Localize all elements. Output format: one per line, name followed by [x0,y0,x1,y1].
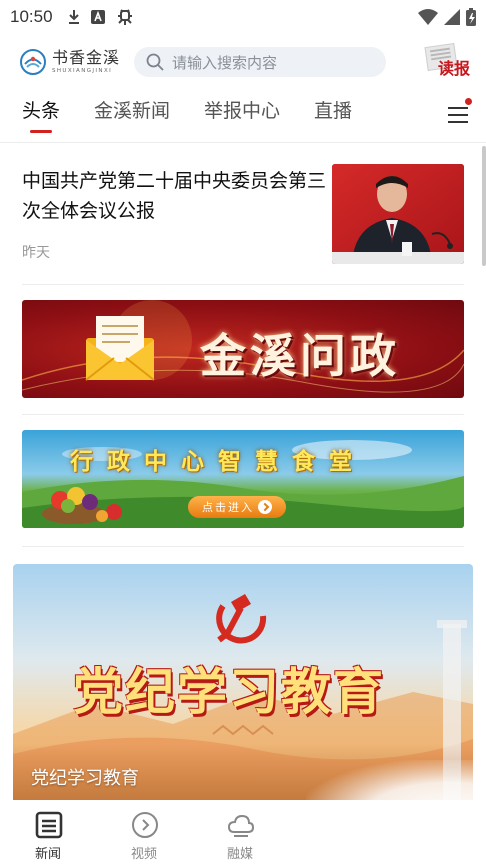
battery-charging-icon [466,8,476,26]
tab-report-center[interactable]: 举报中心 [204,96,280,140]
tab-divider [0,142,486,143]
nav-news[interactable]: 新闻 [22,800,118,864]
download-icon [67,9,81,25]
channel-menu-button[interactable] [446,98,472,126]
nav-media-label: 融媒 [227,847,254,862]
notification-dot [465,98,472,105]
tab-jinxi-news[interactable]: 金溪新闻 [94,96,170,140]
bottom-glow [306,760,486,864]
news-list-item[interactable]: 中国共产党第二十届中央委员会第三次全体会议公报 昨天 [22,164,464,264]
app-logo: 书香金溪 SHUXIANGJINXI [20,49,120,75]
status-right-icons [418,8,476,26]
scrollbar[interactable] [482,146,486,266]
list-divider [22,546,464,547]
hammer-sickle-icon [216,594,267,644]
logo-title: 书香金溪 [52,48,121,67]
list-divider [22,284,464,285]
a-badge-icon [90,10,105,24]
arrow-right-icon [258,500,272,514]
jinxi-wenzheng-banner[interactable]: 金溪问政 [22,300,464,398]
list-divider [22,414,464,415]
nav-video-label: 视频 [131,847,158,862]
fruit-basket-icon [42,487,122,524]
enter-button[interactable]: 点击进入 [188,496,286,518]
status-time: 10:50 [10,7,53,26]
signal-icon [444,9,460,25]
enter-button-label: 点击进入 [202,501,254,514]
logo-mark-icon [20,49,46,75]
nav-video[interactable]: 视频 [118,800,214,864]
read-paper-label: 读报 [437,59,470,78]
news-title: 中国共产党第二十届中央委员会第三次全体会议公报 [22,170,327,222]
wifi-icon [418,9,438,25]
envelope-icon [85,316,155,381]
news-thumbnail [332,164,464,264]
cloud-icon [227,814,255,837]
bug-icon [115,7,135,27]
wenzheng-title: 金溪问政 [200,329,400,383]
status-bar: 10:50 [0,0,486,34]
nav-media[interactable]: 融媒 [214,800,310,864]
tab-fade [380,96,440,140]
play-circle-icon [132,812,158,838]
search-input[interactable]: 请输入搜索内容 [134,47,387,77]
status-left-icons [67,7,135,27]
search-icon [146,53,164,71]
read-paper-button[interactable]: 读报 [424,43,470,81]
canteen-title: 行政中心智慧食堂 [70,448,366,475]
feature-caption: 党纪学习教育 [31,768,139,789]
tab-live[interactable]: 直播 [314,96,352,140]
nav-news-label: 新闻 [35,847,62,862]
search-placeholder: 请输入搜索内容 [172,53,278,72]
app-header: 书香金溪 SHUXIANGJINXI 请输入搜索内容 读报 [0,40,486,84]
news-icon [35,811,63,839]
tab-headline[interactable]: 头条 [22,96,60,140]
party-education-title: 党纪学习教育 [73,662,385,721]
news-time: 昨天 [22,245,50,261]
logo-subtitle: SHUXIANGJINXI [52,68,113,74]
smart-canteen-banner[interactable]: 行政中心智慧食堂 点击进入 [22,430,464,528]
